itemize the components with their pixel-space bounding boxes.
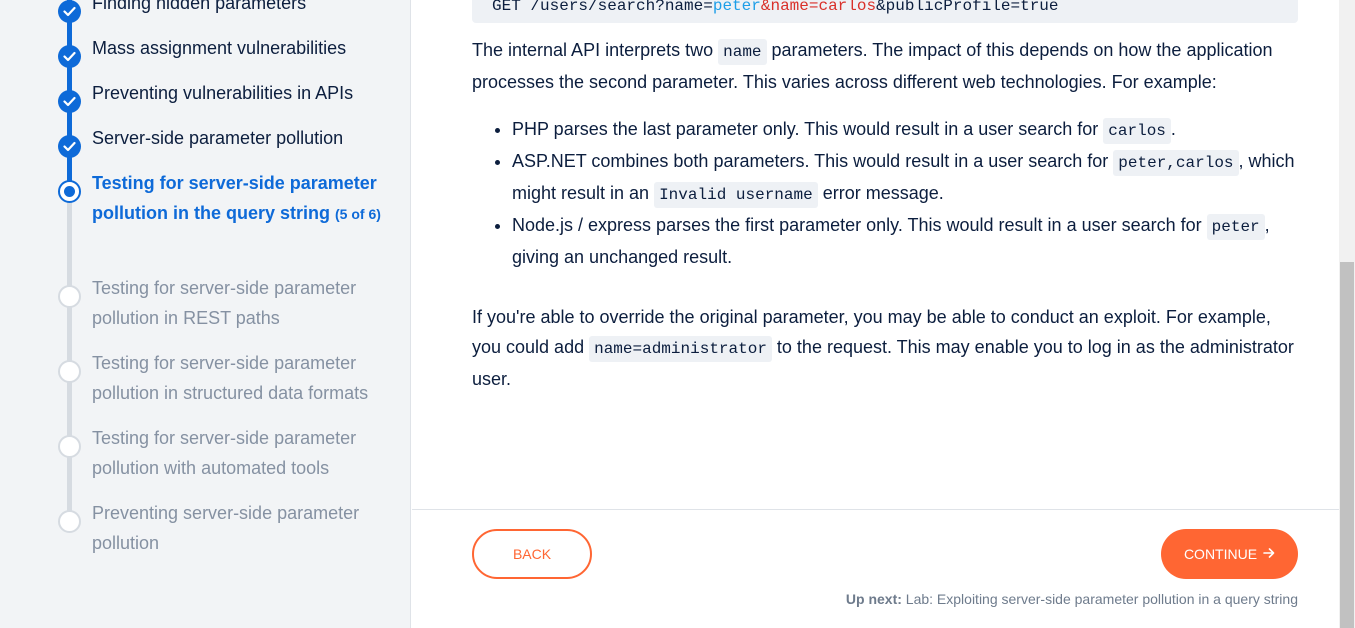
exploit-paragraph: If you're able to override the original … xyxy=(472,302,1302,394)
code-param-value: peter xyxy=(712,0,761,15)
empty-circle-icon xyxy=(58,510,81,533)
technology-list: PHP parses the last parameter only. This… xyxy=(512,114,1302,272)
inline-code: peter,carlos xyxy=(1113,150,1239,176)
up-next-lab-link[interactable]: Lab: Exploiting server-side parameter po… xyxy=(906,591,1298,607)
learning-path-sidebar: Finding hidden parameters Mass assignmen… xyxy=(0,0,411,628)
code-example: GET /users/search?name=peter&name=carlos… xyxy=(472,0,1298,23)
sidebar-item-label: Testing for server-side parameter pollut… xyxy=(92,353,369,403)
code-injected-param: &name=carlos xyxy=(760,0,877,15)
sidebar-item-label: Preventing server-side parameter polluti… xyxy=(92,503,360,553)
list-item-text: ASP.NET combines both parameters. This w… xyxy=(512,151,1114,171)
sidebar-item-label: Server-side parameter pollution xyxy=(92,128,344,148)
inline-code: carlos xyxy=(1103,118,1171,144)
sidebar-item-label: Mass assignment vulnerabilities xyxy=(92,38,347,58)
sidebar-item-label: Testing for server-side parameter pollut… xyxy=(92,428,357,478)
list-item-text: . xyxy=(1170,119,1176,139)
continue-button-label: CONTINUE xyxy=(1183,546,1258,562)
sidebar-item-label: Testing for server-side parameter pollut… xyxy=(92,278,357,328)
sidebar-item-label: Finding hidden parameters xyxy=(92,0,307,13)
arrow-right-icon xyxy=(1263,546,1275,562)
inline-code: name=administrator xyxy=(589,336,772,362)
empty-circle-icon xyxy=(58,360,81,383)
list-item-text: Node.js / express parses the first param… xyxy=(512,215,1207,235)
back-button-label: BACK xyxy=(512,546,552,562)
list-item: ASP.NET combines both parameters. This w… xyxy=(512,146,1302,210)
check-circle-icon xyxy=(58,135,81,158)
page-scrollbar[interactable] xyxy=(1339,0,1355,628)
list-item: Node.js / express parses the first param… xyxy=(512,210,1302,272)
continue-button[interactable]: CONTINUE xyxy=(1161,529,1298,579)
inline-code: peter xyxy=(1206,214,1265,240)
check-circle-icon xyxy=(58,0,81,23)
progress-track-remaining xyxy=(67,190,72,520)
scrollbar-thumb[interactable] xyxy=(1340,262,1354,628)
footer-divider xyxy=(412,509,1339,510)
intro-paragraph: The internal API interprets two name par… xyxy=(472,35,1302,97)
intro-text: The internal API interprets two xyxy=(472,40,719,60)
empty-circle-icon xyxy=(58,435,81,458)
inline-code: Invalid username xyxy=(654,182,818,208)
check-circle-icon xyxy=(58,90,81,113)
list-item-text: error message. xyxy=(817,183,944,203)
topic-content: GET /users/search?name=peter&name=carlos… xyxy=(412,0,1339,628)
article-body: The internal API interprets two name par… xyxy=(472,35,1302,394)
up-next-label: Up next: xyxy=(845,591,902,607)
inline-code: name xyxy=(718,39,767,65)
up-next-hint: Up next: Lab: Exploiting server-side par… xyxy=(846,589,1298,609)
list-item-text: PHP parses the last parameter only. This… xyxy=(512,119,1104,139)
check-circle-icon xyxy=(58,45,81,68)
sidebar-item-label: Testing for server-side parameter pollut… xyxy=(92,168,392,229)
sidebar-item-label: Preventing vulnerabilities in APIs xyxy=(92,83,354,103)
current-step-icon xyxy=(58,180,81,203)
back-button[interactable]: BACK xyxy=(472,529,592,579)
code-request-suffix: &publicProfile=true xyxy=(876,0,1059,15)
list-item: PHP parses the last parameter only. This… xyxy=(512,114,1302,146)
empty-circle-icon xyxy=(58,285,81,308)
step-count: (5 of 6) xyxy=(335,206,381,222)
code-request-prefix: GET /users/search?name= xyxy=(492,0,713,15)
